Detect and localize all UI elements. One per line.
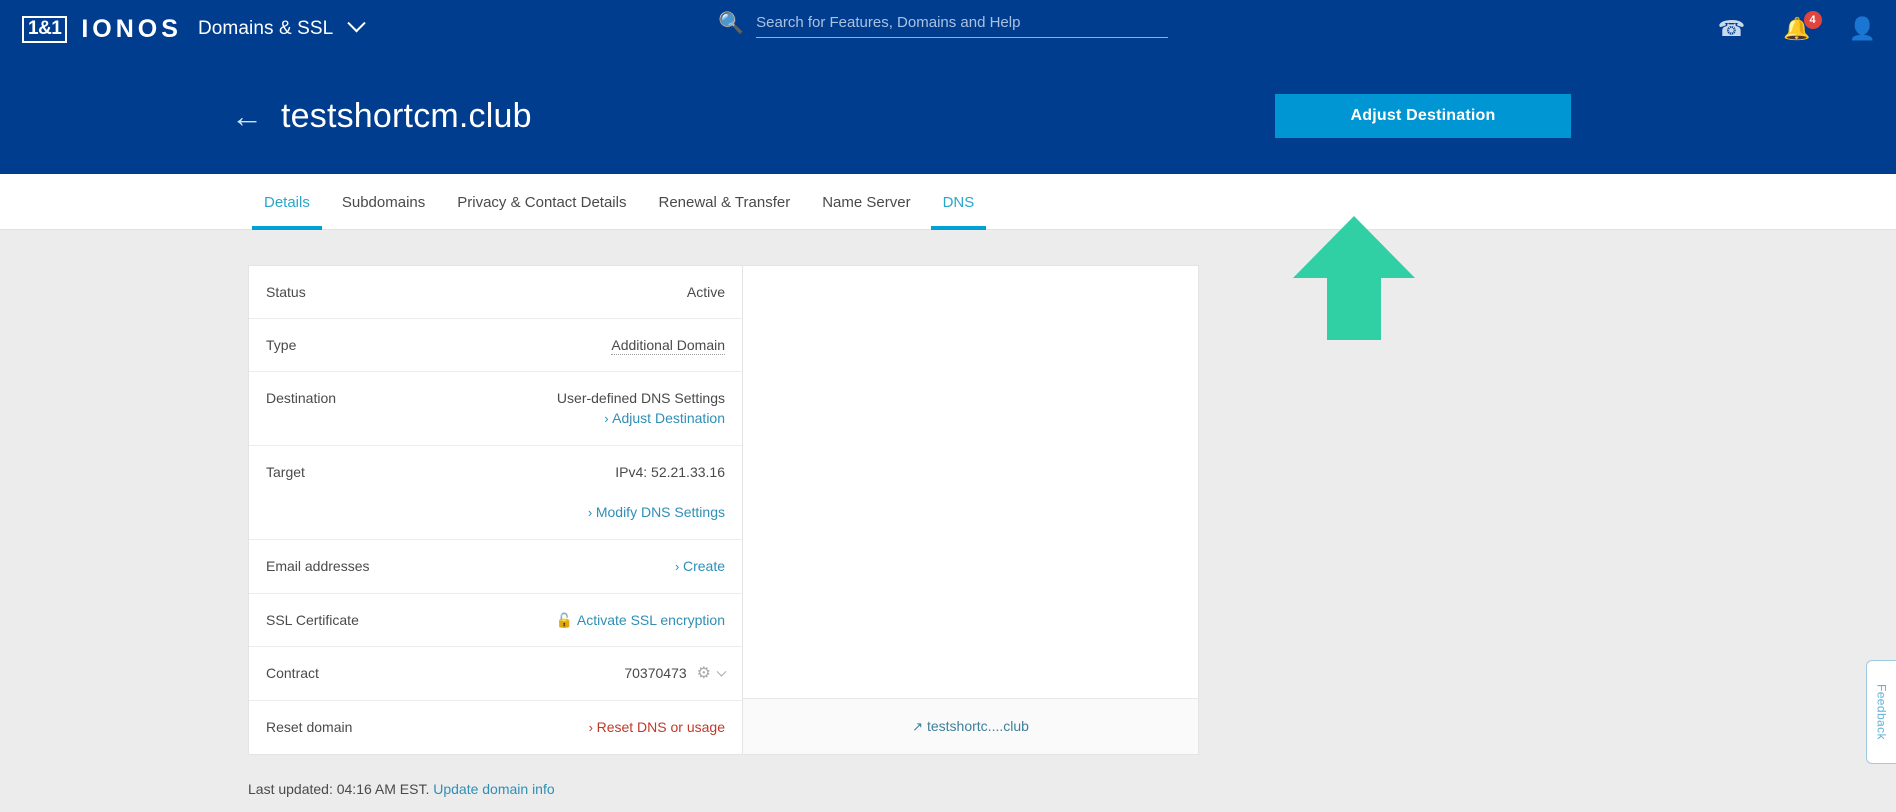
detail-value-text: 70370473	[624, 665, 687, 681]
page-header: ← testshortcm.club Adjust Destination	[0, 58, 1896, 174]
detail-row: Email addresses › Create	[249, 540, 742, 594]
chevron-down-icon[interactable]	[347, 14, 366, 33]
search-input[interactable]	[756, 12, 1169, 38]
notification-badge: 4	[1803, 11, 1822, 29]
domain-details-list: Status Active Type Additional Domain Destina…	[249, 266, 743, 754]
gear-icon[interactable]: ⚙	[697, 665, 711, 682]
top-navigation-bar: 1&1 IONOS Domains & SSL 🔍 ☎ 🔔 4 👤	[0, 0, 1896, 58]
tab-label: Subdomains	[341, 193, 426, 211]
detail-action-label: Reset DNS or usage	[596, 719, 725, 735]
detail-row-value: User-defined DNS Settings › Adjust Destin…	[557, 388, 725, 429]
detail-row: Destination User-defined DNS Settings › Ad…	[249, 372, 742, 446]
back-arrow-icon[interactable]: ←	[231, 100, 263, 132]
detail-action-link[interactable]: › Create	[675, 556, 725, 577]
open-lock-icon: 🔓	[555, 612, 573, 628]
detail-row-label: Email addresses	[266, 558, 370, 574]
detail-row-label: Contract	[266, 665, 319, 681]
adjust-destination-button[interactable]: Adjust Destination	[1275, 94, 1571, 138]
logo-ionos-wordmark: IONOS	[81, 15, 182, 43]
chevron-right-icon: ›	[588, 720, 597, 735]
global-search[interactable]: 🔍	[718, 12, 1169, 38]
main-content: Status Active Type Additional Domain Destina…	[0, 216, 1896, 812]
brand-logo[interactable]: 1&1 IONOS	[22, 15, 182, 43]
detail-row: Contract 70370473 ⚙	[249, 647, 742, 701]
chevron-right-icon: ›	[675, 559, 683, 574]
tab-bar: Details Subdomains Privacy & Contact Detai…	[0, 174, 1896, 230]
phone-icon[interactable]: ☎	[1718, 18, 1745, 40]
user-account-icon[interactable]: 👤	[1849, 18, 1876, 40]
detail-row-value: Active	[687, 282, 725, 302]
update-domain-info-link[interactable]: Update domain info	[433, 781, 554, 797]
detail-row: Type Additional Domain	[249, 319, 742, 372]
tab-label: Renewal & Transfer	[658, 193, 791, 211]
external-link-icon: ↗	[912, 719, 923, 734]
section-selector[interactable]: Domains & SSL	[197, 14, 366, 40]
tab-details[interactable]: Details	[248, 174, 326, 230]
tab-renewal-transfer[interactable]: Renewal & Transfer	[642, 174, 806, 230]
search-icon[interactable]: 🔍	[718, 13, 744, 38]
detail-value-text: IPv4: 52.21.33.16	[615, 464, 725, 480]
tab-label: DNS	[942, 193, 975, 211]
detail-row: Status Active	[249, 266, 742, 319]
detail-row-value: › Reset DNS or usage	[589, 717, 725, 738]
tab-label: Name Server	[822, 193, 911, 211]
chevron-down-icon[interactable]	[716, 666, 727, 677]
detail-row-value: 🔓 Activate SSL encryption	[555, 610, 725, 630]
last-updated-text: Last updated: 04:16 AM EST.	[248, 781, 430, 797]
detail-row-label: Destination	[266, 390, 337, 406]
domain-preview-panel: ↗ testshortc....club	[743, 266, 1198, 754]
logo-1and1-badge: 1&1	[22, 15, 68, 43]
detail-row: SSL Certificate 🔓 Activate SSL encryption	[249, 594, 742, 647]
notifications-bell-icon[interactable]: 🔔 4	[1783, 11, 1822, 40]
annotation-arrow-up-icon	[1293, 216, 1415, 340]
last-updated-footnote: Last updated: 04:16 AM EST. Update domai…	[231, 781, 1665, 797]
domain-preview-link[interactable]: ↗ testshortc....club	[912, 718, 1029, 735]
detail-row-value: IPv4: 52.21.33.16 › Modify DNS Settings	[588, 462, 725, 523]
detail-action-link[interactable]: › Reset DNS or usage	[589, 717, 725, 738]
detail-value-text: User-defined DNS Settings	[556, 390, 725, 406]
tab-label: Details	[264, 193, 310, 211]
detail-row-label: Reset domain	[266, 719, 353, 735]
detail-action-label: Activate SSL encryption	[576, 612, 725, 628]
detail-row-label: Target	[266, 464, 305, 480]
nav-right-icons: ☎ 🔔 4 👤	[1718, 0, 1876, 58]
feedback-tab[interactable]: Feedback	[1866, 660, 1896, 764]
detail-action-label: Create	[682, 558, 725, 574]
detail-row-value: Additional Domain	[611, 335, 725, 355]
detail-action-link[interactable]: 🔓 Activate SSL encryption	[555, 610, 725, 630]
tab-privacy-contact-details[interactable]: Privacy & Contact Details	[441, 174, 642, 230]
domain-preview-link-label: testshortc....club	[926, 718, 1029, 734]
detail-row-label: Type	[266, 337, 297, 353]
detail-value-text[interactable]: Additional Domain	[611, 337, 725, 355]
tab-subdomains[interactable]: Subdomains	[326, 174, 441, 230]
tab-name-server[interactable]: Name Server	[806, 174, 926, 230]
detail-action-link[interactable]: › Modify DNS Settings	[588, 502, 725, 523]
domain-details-card: Status Active Type Additional Domain Destina…	[248, 265, 1199, 755]
detail-row: Target IPv4: 52.21.33.16 › Modify DNS Sett…	[249, 446, 742, 540]
section-selector-label: Domains & SSL	[197, 18, 333, 39]
detail-value-text: Active	[686, 284, 725, 300]
feedback-tab-label: Feedback	[1874, 684, 1889, 740]
tab-label: Privacy & Contact Details	[457, 193, 627, 211]
detail-action-link[interactable]: › Adjust Destination	[557, 408, 725, 429]
domain-preview-footer: ↗ testshortc....club	[743, 698, 1198, 754]
detail-row-value: › Create	[675, 556, 725, 577]
chevron-right-icon: ›	[604, 411, 613, 426]
detail-row-value: 70370473 ⚙	[624, 663, 727, 684]
detail-row: Reset domain › Reset DNS or usage	[249, 701, 742, 754]
detail-row-label: Status	[266, 284, 306, 300]
detail-action-label: Modify DNS Settings	[595, 504, 725, 520]
tab-dns[interactable]: DNS	[927, 174, 991, 230]
detail-action-label: Adjust Destination	[612, 410, 725, 426]
page-title: testshortcm.club	[281, 96, 532, 135]
chevron-right-icon: ›	[587, 505, 596, 520]
detail-row-label: SSL Certificate	[266, 612, 359, 628]
